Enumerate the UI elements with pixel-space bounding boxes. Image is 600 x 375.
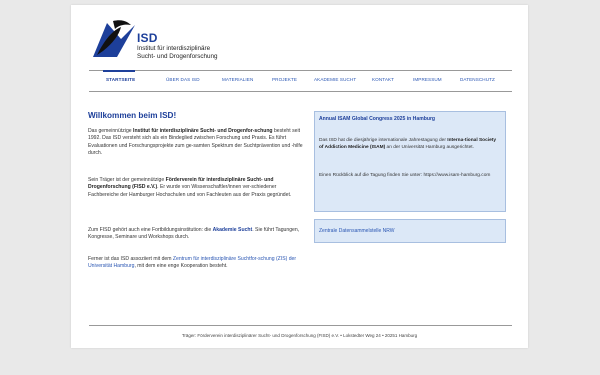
logo-tagline-line2: Sucht- und Drogenforschung (137, 53, 218, 60)
isd-name-bold: Institut für interdisziplinäre Sucht- un… (133, 128, 273, 134)
isam-congress-box: Annual ISAM Global Congress 2025 in Hamb… (314, 111, 506, 212)
intro-paragraph: Das gemeinnützige Institut für interdisz… (88, 128, 303, 156)
footer-text: Träger: Förderverein interdisziplinärer … (181, 333, 418, 338)
zis-paragraph: Ferner ist das ISD assoziiert mit dem Ze… (88, 256, 297, 270)
isd-logo-icon (93, 20, 135, 57)
nav-item-impressum[interactable]: IMPRESSUM (413, 77, 442, 82)
nav-item-ueber-das-isd[interactable]: ÜBER DAS ISD (166, 77, 200, 82)
isam-congress-title: Annual ISAM Global Congress 2025 in Hamb… (319, 116, 436, 122)
nav-active-indicator (103, 70, 135, 72)
datensammelstelle-box: Zentrale Datensammelstelle NRW (314, 219, 506, 243)
page-title: Willkommen beim ISD! (88, 111, 177, 120)
nav-item-startseite[interactable]: STARTSEITE (106, 77, 135, 82)
akademie-paragraph: Zum FISD gehört auch eine Fortbildungsin… (88, 227, 300, 241)
isam-congress-text: Das ISD hat die diesjährige internationa… (319, 138, 497, 150)
datensammelstelle-link[interactable]: Zentrale Datensammelstelle NRW (319, 228, 395, 234)
nav-item-materialien[interactable]: MATERIALIEN (222, 77, 253, 82)
logo-tagline-line1: Institut für interdisziplinäre (137, 45, 211, 52)
site-logo[interactable]: ISD Institut für interdisziplinäre Sucht… (91, 17, 251, 63)
nav-item-kontakt[interactable]: KONTAKT (372, 77, 394, 82)
logo-abbreviation: ISD (137, 31, 158, 45)
akademie-sucht-highlight: Akademie Sucht (212, 227, 253, 233)
nav-item-datenschutz[interactable]: DATENSCHUTZ (460, 77, 495, 82)
main-navigation: STARTSEITE ÜBER DAS ISD MATERIALIEN PROJ… (89, 70, 512, 92)
traeger-paragraph: Sein Träger ist der gemeinnützige Förder… (88, 177, 292, 198)
nav-item-akademie-sucht[interactable]: AKADEMIE SUCHT (314, 77, 356, 82)
isam-congress-review-text: Einen Rückblick auf die Tagung finden Si… (319, 173, 491, 178)
nav-item-projekte[interactable]: PROJEKTE (272, 77, 297, 82)
page-container: ISD Institut für interdisziplinäre Sucht… (71, 5, 528, 348)
footer-divider (89, 325, 512, 326)
